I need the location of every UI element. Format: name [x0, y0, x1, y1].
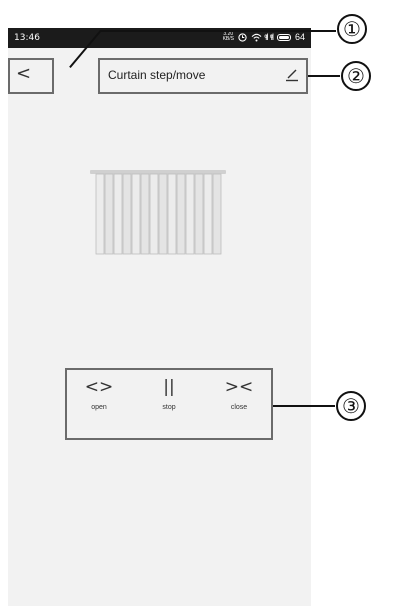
- curtain-slat: [176, 173, 186, 255]
- curtain-slat: [104, 173, 114, 255]
- callout-3: ③: [336, 391, 366, 421]
- callout-2: ②: [341, 61, 371, 91]
- curtain-slat: [194, 173, 204, 255]
- stop-label: stop: [162, 404, 176, 411]
- edit-icon[interactable]: [284, 66, 300, 82]
- curtain-slat: [203, 173, 213, 255]
- close-icon: ><: [224, 377, 254, 397]
- back-button[interactable]: <: [8, 58, 54, 94]
- curtain-slat: [95, 173, 105, 255]
- pause-icon: ||: [163, 377, 175, 397]
- curtain-slat: [131, 173, 141, 255]
- signal-icon-sim1: ͦıl: [265, 32, 268, 42]
- curtain-slat: [149, 173, 159, 255]
- close-button[interactable]: >< close: [209, 370, 269, 438]
- curtain-slat: [113, 173, 123, 255]
- open-icon: <>: [84, 377, 114, 397]
- callout-1-line-horizontal: [100, 30, 336, 32]
- alarm-icon: [238, 32, 247, 42]
- signal-icon-sim2: ͦıl: [271, 32, 273, 42]
- network-speed: 3.20 KB/S: [222, 31, 234, 42]
- curtain-slat: [212, 173, 222, 255]
- title-bar: Curtain step/move: [98, 58, 308, 94]
- control-panel: <> open || stop >< close: [65, 368, 273, 440]
- chevron-left-icon: <: [16, 63, 32, 84]
- open-button[interactable]: <> open: [69, 370, 129, 438]
- curtain-slat: [140, 173, 150, 255]
- callout-1: ①: [337, 14, 367, 44]
- battery-level: 64: [294, 32, 305, 42]
- status-time: 13:46: [14, 33, 40, 43]
- stop-button[interactable]: || stop: [139, 370, 199, 438]
- close-label: close: [230, 404, 248, 411]
- battery-icon: [276, 33, 291, 41]
- curtain-slat: [158, 173, 168, 255]
- curtain-slat: [167, 173, 177, 255]
- curtain-illustration: [90, 170, 226, 255]
- curtain-slat: [122, 173, 132, 255]
- open-label: open: [91, 404, 107, 411]
- page-title: Curtain step/move: [108, 68, 206, 82]
- callout-2-line: [308, 75, 340, 77]
- wifi-icon: [251, 33, 262, 41]
- phone-screen: 13:46 3.20 KB/S ͦıl ͦıl 64 < Curtain ste: [8, 28, 311, 606]
- curtain-slat: [185, 173, 195, 255]
- status-icons: 3.20 KB/S ͦıl ͦıl 64: [222, 31, 305, 43]
- callout-3-line: [273, 405, 335, 407]
